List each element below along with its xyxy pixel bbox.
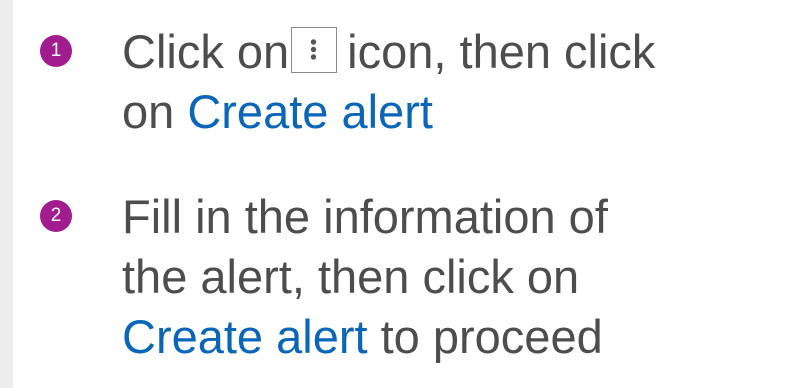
step-number-badge: 2 — [40, 200, 72, 232]
step-2-line-1: Fill in the information of — [122, 190, 608, 243]
step-1-line-1: Click on icon, then click — [122, 22, 787, 82]
step-1-text-before-icon: Click on — [122, 25, 290, 78]
step-2-line-3: Create alert to proceed — [122, 307, 787, 367]
left-edge-bar — [0, 0, 13, 388]
step-2-line-2: the alert, then click on — [122, 250, 580, 303]
step-1-line-2-prefix: on — [122, 85, 175, 138]
create-alert-link[interactable]: Create alert — [187, 85, 433, 138]
step-number-badge: 1 — [40, 35, 72, 67]
step-1-text: Click on icon, then click on Create alert — [122, 22, 787, 142]
kebab-menu-icon — [291, 27, 338, 73]
create-alert-link[interactable]: Create alert — [122, 310, 368, 363]
step-1-text-after-icon: icon, then click — [347, 25, 656, 78]
step-2-line-3-suffix: to proceed — [380, 310, 603, 363]
step-2-text: Fill in the information of the alert, th… — [122, 187, 787, 367]
step-1-line-2: on Create alert — [122, 82, 787, 142]
